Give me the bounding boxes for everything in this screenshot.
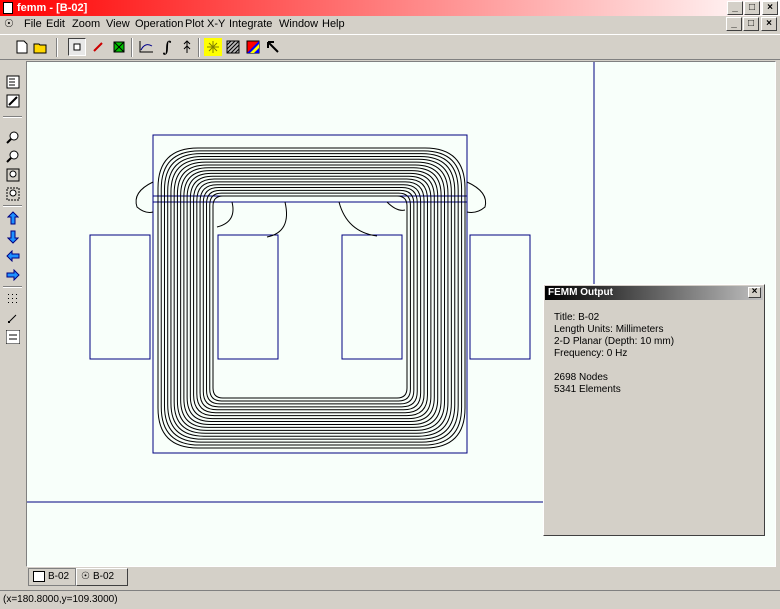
flux-lines (135, 147, 487, 449)
flux-line (135, 181, 154, 213)
tab-b02-preprocessor[interactable]: B-02 (28, 568, 76, 586)
zoom-window-icon[interactable] (4, 185, 21, 202)
snap-grid-icon[interactable] (4, 309, 21, 326)
new-icon[interactable] (13, 38, 31, 56)
grid-size-icon[interactable] (4, 328, 21, 345)
field-icon[interactable] (178, 38, 196, 56)
output-close-button[interactable]: × (748, 287, 761, 298)
app-icon[interactable] (3, 2, 13, 14)
left-toolbar (0, 62, 25, 568)
flux-line (386, 201, 406, 211)
maximize-button[interactable]: □ (744, 1, 760, 15)
zoom-in-icon[interactable] (4, 128, 21, 145)
minimize-button[interactable]: _ (727, 1, 743, 15)
density-plot-icon[interactable] (204, 38, 222, 56)
flux-line (266, 201, 287, 238)
flux-line (176, 164, 446, 431)
zoom-natural-icon[interactable] (4, 166, 21, 183)
flux-line (193, 178, 428, 417)
mdi-controls: _ □ × (725, 17, 777, 31)
document-icon[interactable]: ☉ (4, 18, 18, 31)
menu-file[interactable]: File (24, 18, 42, 31)
flux-line (196, 181, 425, 414)
output-line-elements: 5341 Elements (554, 384, 621, 395)
flux-line (209, 192, 411, 402)
flux-line (202, 187, 418, 408)
left-separator (3, 286, 22, 288)
open-icon[interactable] (32, 38, 50, 56)
flux-line (212, 195, 408, 399)
document-tabs: B-02 ☉ B-02 (26, 567, 780, 587)
status-bar: (x=180.8000,y=109.3000) (0, 590, 780, 609)
menu-window[interactable]: Window (279, 18, 318, 31)
coil-right-inner (341, 234, 403, 360)
show-grid-icon[interactable] (4, 290, 21, 307)
preprocessor-icon (33, 570, 45, 582)
output-line-units: Length Units: Millimeters (554, 324, 664, 335)
arrow-left-icon[interactable] (4, 247, 21, 264)
plot-xy-icon[interactable] (137, 38, 155, 56)
arrow-up-icon[interactable] (4, 209, 21, 226)
output-line-nodes: 2698 Nodes (554, 372, 608, 383)
tab-label: B-02 (92, 571, 115, 582)
menu-plot-xy[interactable]: Plot X-Y (185, 18, 225, 31)
output-line-title: Title: B-02 (554, 312, 600, 323)
menu-operation[interactable]: Operation (135, 18, 183, 31)
output-line-frequency: Frequency: 0 Hz (554, 348, 628, 359)
menu-edit[interactable]: Edit (46, 18, 65, 31)
zoom-out-icon[interactable] (4, 147, 21, 164)
output-line-planar: 2-D Planar (Depth: 10 mm) (554, 336, 675, 347)
contour-mode-icon[interactable] (89, 38, 107, 56)
title-bar: femm - [B-02] _ □ × (0, 0, 780, 16)
close-button[interactable]: × (762, 1, 778, 15)
menu-view[interactable]: View (106, 18, 130, 31)
toolbar-separator (56, 38, 58, 57)
area-mode-icon[interactable] (110, 38, 128, 56)
flux-line (216, 201, 234, 228)
left-separator (3, 205, 22, 207)
color-map-icon[interactable] (244, 38, 262, 56)
mdi-close-button[interactable]: × (761, 17, 777, 31)
tab-b02-postprocessor[interactable]: ☉ B-02 (76, 568, 128, 586)
left-separator (3, 116, 22, 118)
flux-line (189, 175, 432, 420)
flux-line (186, 172, 435, 423)
coil-right-outer (469, 234, 531, 360)
point-mode-icon[interactable] (68, 38, 86, 56)
block-props-icon[interactable] (4, 73, 21, 90)
menu-bar: ☉ File Edit Zoom View Operation Plot X-Y… (0, 16, 780, 33)
arrow-down-icon[interactable] (4, 228, 21, 245)
main-toolbar: ∫ (0, 34, 780, 60)
flux-line (183, 170, 439, 425)
arrow-icon[interactable] (264, 38, 282, 56)
mdi-restore-button[interactable]: □ (743, 17, 759, 31)
coordinate-readout: (x=180.8000,y=109.3000) (3, 594, 118, 605)
arrow-right-icon[interactable] (4, 266, 21, 283)
femm-output-window[interactable]: FEMM Output × Title: B-02 Length Units: … (543, 284, 765, 536)
menu-help[interactable]: Help (322, 18, 345, 31)
menu-integrate[interactable]: Integrate (229, 18, 272, 31)
output-title: FEMM Output (545, 286, 763, 300)
mdi-minimize-button[interactable]: _ (726, 17, 742, 31)
toolbar-separator (131, 38, 133, 57)
postprocessor-icon: ☉ (81, 571, 90, 582)
toolbar-separator (198, 38, 200, 57)
window-title: femm - [B-02] (17, 2, 88, 14)
menu-zoom[interactable]: Zoom (72, 18, 100, 31)
flux-line (466, 181, 487, 213)
tab-label: B-02 (48, 571, 70, 582)
vector-plot-icon[interactable] (224, 38, 242, 56)
coil-left-inner (217, 234, 279, 360)
integrate-icon[interactable]: ∫ (158, 38, 176, 56)
coil-left-outer (89, 234, 151, 360)
edit-props-icon[interactable] (4, 92, 21, 109)
flux-line (338, 201, 378, 237)
flux-line (206, 189, 415, 405)
flux-line (199, 184, 422, 411)
